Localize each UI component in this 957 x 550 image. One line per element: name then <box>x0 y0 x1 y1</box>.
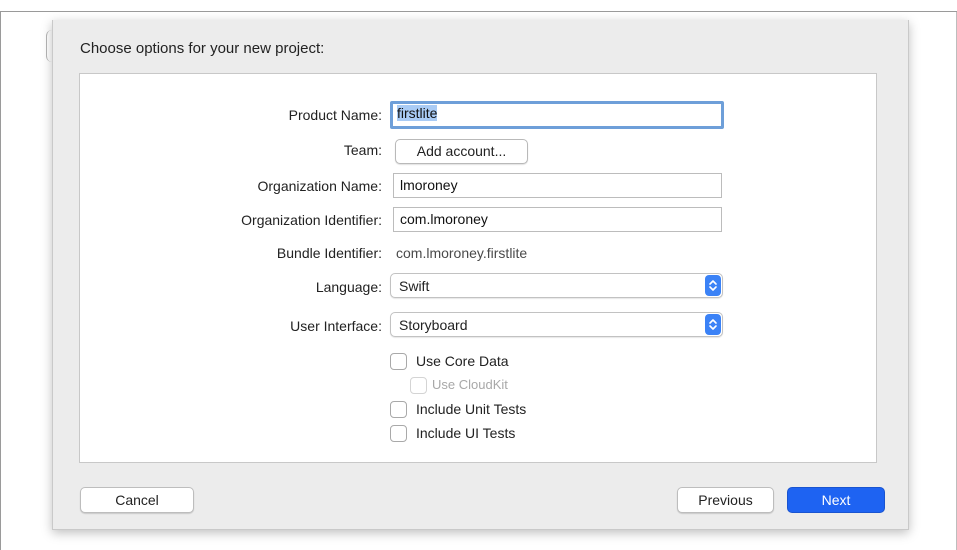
window-edge-left <box>0 12 1 550</box>
add-account-button[interactable]: Add account... <box>395 139 528 164</box>
checkbox-box <box>390 353 407 370</box>
previous-button[interactable]: Previous <box>677 487 774 513</box>
dialog-title: Choose options for your new project: <box>80 40 325 57</box>
checkbox-box <box>410 377 427 394</box>
include-unit-tests-checkbox[interactable]: Include Unit Tests <box>390 400 590 420</box>
organization-identifier-field[interactable]: com.lmoroney <box>393 207 722 232</box>
team-label: Team: <box>343 142 382 158</box>
user-interface-label: User Interface: <box>290 318 382 334</box>
organization-name-value: lmoroney <box>400 177 458 193</box>
use-cloudkit-checkbox: Use CloudKit <box>410 376 590 396</box>
up-down-chevron-icon <box>705 275 721 296</box>
language-popup[interactable]: Swift <box>390 273 723 298</box>
use-cloudkit-label: Use CloudKit <box>432 377 508 392</box>
user-interface-selected-value: Storyboard <box>399 317 468 333</box>
organization-identifier-label: Organization Identifier: <box>241 212 382 228</box>
bundle-identifier-label: Bundle Identifier: <box>276 245 382 261</box>
organization-name-field[interactable]: lmoroney <box>393 173 722 198</box>
language-selected-value: Swift <box>399 278 430 294</box>
include-ui-tests-label: Include UI Tests <box>416 425 516 441</box>
use-core-data-checkbox[interactable]: Use Core Data <box>390 352 590 372</box>
organization-identifier-value: com.lmoroney <box>400 211 488 227</box>
product-name-label: Product Name: <box>288 107 382 123</box>
use-core-data-label: Use Core Data <box>416 353 509 369</box>
checkbox-box <box>390 401 407 418</box>
window-edge-top <box>0 11 957 12</box>
bundle-identifier-value: com.lmoroney.firstlite <box>396 245 528 261</box>
next-button[interactable]: Next <box>787 487 885 513</box>
checkbox-box <box>390 425 407 442</box>
product-name-field[interactable]: firstlite <box>390 101 724 129</box>
up-down-chevron-icon <box>705 314 721 335</box>
include-ui-tests-checkbox[interactable]: Include UI Tests <box>390 424 590 444</box>
include-unit-tests-label: Include Unit Tests <box>416 401 527 417</box>
language-label: Language: <box>315 279 382 295</box>
organization-name-label: Organization Name: <box>257 178 382 194</box>
user-interface-popup[interactable]: Storyboard <box>390 312 723 337</box>
cancel-button[interactable]: Cancel <box>80 487 194 513</box>
product-name-value: firstlite <box>397 105 438 121</box>
